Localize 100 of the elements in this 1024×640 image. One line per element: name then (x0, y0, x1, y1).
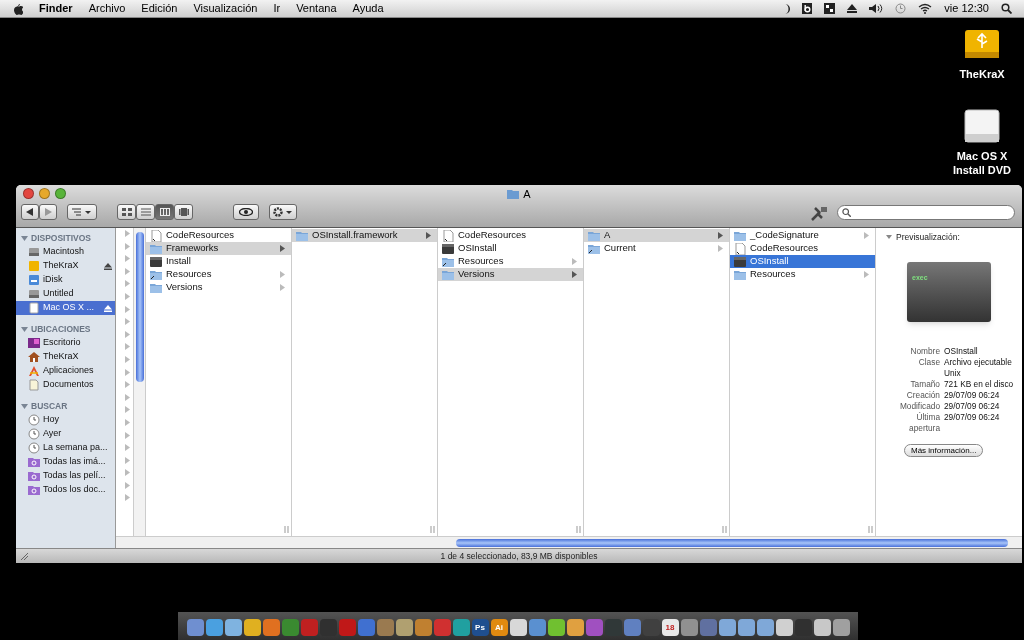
sidebar-item[interactable]: Ayer (16, 427, 115, 441)
file-row[interactable]: A (584, 229, 729, 242)
file-row[interactable]: Current (584, 242, 729, 255)
clock-icon (28, 442, 40, 454)
more-info-button[interactable]: Más información... (904, 443, 984, 457)
sidebar-item[interactable]: Escritorio (16, 336, 115, 350)
scroll-thumb[interactable] (136, 232, 144, 382)
dock-app-icon[interactable] (547, 619, 565, 636)
file-row[interactable]: OSInstall (730, 255, 875, 268)
scroll-bar[interactable] (134, 228, 146, 536)
sidebar-item[interactable]: Hoy (16, 413, 115, 427)
window-title: A (523, 187, 531, 202)
info-label: Modificado (898, 400, 940, 412)
file-row[interactable]: _CodeSignature (730, 229, 875, 242)
clock-icon (895, 3, 907, 14)
search-field[interactable] (837, 205, 1015, 220)
file-row[interactable]: OSInstall.framework (292, 229, 437, 242)
file-row[interactable]: Versions (146, 281, 291, 294)
quick-look-button[interactable] (233, 204, 259, 220)
info-value: 29/07/09 06:24 (944, 389, 1001, 401)
menu-item[interactable]: Edición (141, 0, 178, 17)
file-row[interactable]: Resources (730, 268, 875, 281)
dock-app-icon[interactable]: 18 (661, 619, 679, 636)
dock-app-icon[interactable] (813, 619, 831, 636)
sidebar-item[interactable]: Aplicaciones (16, 364, 115, 378)
dock-app-icon[interactable] (414, 619, 432, 636)
cover-flow-button[interactable] (174, 204, 193, 220)
scroll-thumb[interactable] (456, 539, 1008, 547)
dock-app-icon[interactable] (262, 619, 280, 636)
menu-item[interactable]: Ayuda (352, 0, 384, 17)
sidebar-item[interactable]: TheKraX (16, 259, 115, 273)
dock-app-icon[interactable] (775, 619, 793, 636)
scroll-bar[interactable] (116, 536, 1022, 548)
applications-icon (28, 365, 40, 377)
file-row[interactable]: Versions (438, 268, 583, 281)
menu-title[interactable]: Finder (39, 0, 73, 17)
folder-icon (442, 255, 454, 268)
dock-app-icon[interactable]: Ps (471, 619, 489, 636)
menu-item[interactable]: Archivo (88, 0, 126, 17)
action-button[interactable] (269, 204, 297, 220)
dock-app-icon[interactable] (566, 619, 584, 636)
dock-app-icon[interactable] (243, 619, 261, 636)
file-row[interactable]: Resources (146, 268, 291, 281)
file-row[interactable]: CodeResources (438, 229, 583, 242)
apple-menu-icon (12, 2, 23, 15)
columns-icon (159, 208, 170, 216)
dock-app-icon[interactable] (205, 619, 223, 636)
column-view-button[interactable] (155, 204, 174, 220)
list-icon (140, 208, 151, 216)
file-row[interactable]: Resources (438, 255, 583, 268)
menu-item[interactable]: Ir (273, 0, 281, 17)
resize-handle-icon (576, 526, 581, 533)
arrange-button[interactable] (67, 204, 97, 220)
file-row[interactable]: CodeResources (730, 242, 875, 255)
dock-app-icon[interactable] (452, 619, 470, 636)
sidebar-item-label: Escritorio (43, 336, 81, 350)
dock-app-icon[interactable] (680, 619, 698, 636)
sidebar-item[interactable]: Mac OS X ... (16, 301, 115, 315)
dock-app-icon[interactable] (832, 619, 850, 636)
dock-app-icon[interactable] (737, 619, 755, 636)
file-row[interactable]: CodeResources (146, 229, 291, 242)
dock-app-icon[interactable] (224, 619, 242, 636)
dock-app-icon[interactable] (186, 619, 204, 636)
file-row[interactable]: OSInstall (438, 242, 583, 255)
menu-item[interactable]: Ventana (296, 0, 337, 17)
menu-clock[interactable]: vie 12:30 (944, 0, 989, 17)
document-icon (734, 242, 746, 255)
icon-view-button[interactable] (117, 204, 136, 220)
sidebar-item[interactable]: Todos los doc... (16, 483, 115, 497)
sidebar-item[interactable]: Untitled (16, 287, 115, 301)
file-row[interactable]: Frameworks (146, 242, 291, 255)
sidebar-item[interactable]: Todas las imá... (16, 455, 115, 469)
close-button[interactable] (23, 188, 34, 199)
dock-app-icon[interactable] (756, 619, 774, 636)
sidebar-item[interactable]: TheKraX (16, 350, 115, 364)
sidebar-item[interactable]: Documentos (16, 378, 115, 392)
dock-app-icon[interactable] (509, 619, 527, 636)
dock-app-icon[interactable] (395, 619, 413, 636)
list-view-button[interactable] (136, 204, 155, 220)
desktop-icon-label[interactable]: Mac OS X Install DVD (947, 149, 1017, 178)
sidebar-item[interactable]: Macintosh (16, 245, 115, 259)
desktop-icon-label[interactable]: TheKraX (947, 68, 1017, 82)
resize-handle-icon (722, 526, 727, 533)
info-value: 721 KB en el disco (944, 378, 1015, 390)
back-button[interactable] (21, 204, 39, 220)
forward-button[interactable] (39, 204, 57, 220)
status-text: 1 de 4 seleccionado, 83,9 MB disponibles (440, 549, 598, 563)
file-name: Versions (166, 280, 203, 295)
file-name: _CodeSignature (750, 228, 819, 243)
minimize-button[interactable] (39, 188, 50, 199)
file-name: OSInstall (750, 254, 789, 269)
file-row[interactable]: Install (146, 255, 291, 268)
menu-item[interactable]: Visualización (193, 0, 258, 17)
dock-app-icon[interactable] (718, 619, 736, 636)
info-value: OSInstall (944, 345, 979, 357)
dock-app-icon[interactable] (528, 619, 546, 636)
zoom-button[interactable] (55, 188, 66, 199)
sidebar-item[interactable]: Todas las pelí... (16, 469, 115, 483)
sidebar-item[interactable]: La semana pa... (16, 441, 115, 455)
sidebar-item[interactable]: iDisk (16, 273, 115, 287)
